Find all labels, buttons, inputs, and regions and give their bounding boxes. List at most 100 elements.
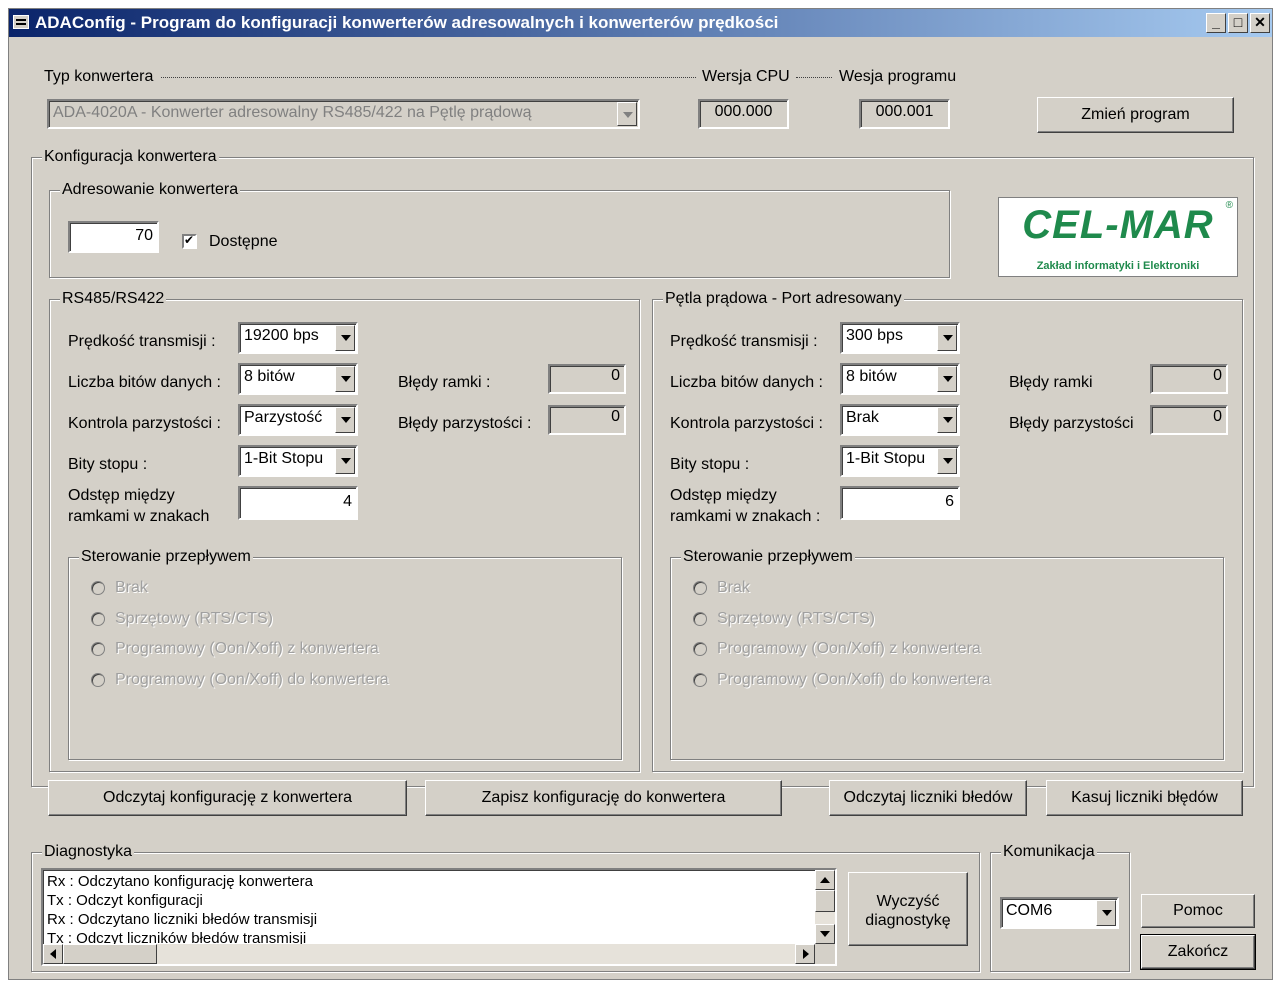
rs-stop-label: Bity stopu : [68, 456, 148, 473]
diagnostics-label: Diagnostyka [42, 842, 135, 862]
rs-flow-group: Sterowanie przepływem [68, 547, 622, 760]
chevron-down-icon[interactable] [937, 366, 957, 392]
diagnostics-lines: Rx : Odczytano konfigurację konwertera T… [47, 872, 807, 948]
rs-stop-select[interactable]: 1-Bit Stopu [238, 445, 358, 477]
rs-flow-option-sw-to: Programowy (Oon/Xoff) do konwertera [115, 671, 389, 688]
chevron-down-icon[interactable] [335, 448, 355, 474]
logo-reg-mark: ® [1225, 200, 1233, 211]
rs-gap-label-1: Odstęp między [68, 487, 175, 504]
write-config-button[interactable]: Zapisz konfigurację do konwertera [425, 780, 782, 816]
loop-bits-value: 8 bitów [846, 368, 897, 385]
log-line: Tx : Odczyt konfiguracji [47, 892, 203, 909]
title-bar[interactable]: ADAConfig - Program do konfiguracji konw… [9, 9, 1272, 37]
chevron-down-icon[interactable] [937, 407, 957, 433]
separator-line [161, 77, 696, 78]
rs-speed-label: Prędkość transmisji : [68, 333, 216, 350]
loop-flow-group: Sterowanie przepływem [670, 547, 1224, 760]
available-checkbox[interactable] [182, 233, 197, 249]
loop-gap-label-1: Odstęp między [670, 487, 777, 504]
com-port-value: COM6 [1006, 902, 1053, 919]
loop-gap-input[interactable]: 6 [840, 486, 960, 520]
loop-parity-errors-label: Błędy parzystości [1009, 415, 1134, 432]
rs-flow-option-sw-from: Programowy (Oon/Xoff) z konwertera [115, 640, 379, 657]
chevron-down-icon[interactable] [335, 325, 355, 351]
converter-type-select[interactable]: ADA-4020A - Konwerter adresowalny RS485/… [47, 99, 640, 129]
chevron-down-icon[interactable] [617, 102, 637, 126]
program-version-label: Wesja programu [839, 68, 957, 85]
scroll-down-icon[interactable] [815, 924, 835, 944]
log-line: Rx : Odczytano konfigurację konwertera [47, 873, 313, 890]
chevron-down-icon[interactable] [335, 366, 355, 392]
converter-type-label: Typ konwertera [44, 68, 154, 85]
scroll-up-icon[interactable] [815, 870, 835, 890]
loop-parity-select[interactable]: Brak [840, 404, 960, 436]
log-vertical-scrollbar[interactable] [815, 870, 835, 944]
converter-config-label: Konfiguracja konwertera [42, 147, 219, 167]
loop-flow-radio-hw[interactable] [693, 612, 707, 626]
loop-stop-label: Bity stopu : [670, 456, 750, 473]
loop-speed-label: Prędkość transmisji : [670, 333, 818, 350]
com-port-select[interactable]: COM6 [1000, 897, 1119, 929]
clear-diagnostics-button[interactable]: Wyczyść diagnostykę [848, 872, 968, 946]
loop-flow-label: Sterowanie przepływem [681, 547, 855, 567]
rs-bits-select[interactable]: 8 bitów [238, 363, 358, 395]
rs-flow-radio-hw[interactable] [91, 612, 105, 626]
scrollbar-corner [815, 944, 835, 964]
horizontal-scroll-thumb[interactable] [63, 944, 157, 964]
rs-parity-errors-label: Błędy parzystości : [398, 415, 532, 432]
rs-parity-value: Parzystość [244, 409, 323, 426]
available-label: Dostępne [209, 233, 278, 250]
rs-flow-radio-none[interactable] [91, 581, 105, 595]
rs-flow-radio-sw-to[interactable] [91, 673, 105, 687]
chevron-down-icon[interactable] [937, 325, 957, 351]
communication-label: Komunikacja [1001, 842, 1097, 862]
loop-bits-select[interactable]: 8 bitów [840, 363, 960, 395]
current-loop-label: Pętla prądowa - Port adresowany [663, 289, 904, 309]
rs-bits-label: Liczba bitów danych : [68, 374, 221, 391]
chevron-down-icon[interactable] [335, 407, 355, 433]
reset-error-counters-button[interactable]: Kasuj liczniki błędów [1046, 780, 1243, 816]
program-version-field: 000.001 [859, 99, 950, 129]
rs-parity-errors-field: 0 [548, 405, 626, 435]
rs-speed-select[interactable]: 19200 bps [238, 322, 358, 354]
loop-parity-label: Kontrola parzystości : [670, 415, 823, 432]
app-icon [13, 15, 29, 29]
loop-stop-select[interactable]: 1-Bit Stopu [840, 445, 960, 477]
logo-name: CEL-MAR [1022, 203, 1214, 247]
window-title: ADAConfig - Program do konfiguracji konw… [35, 13, 779, 32]
log-line: Rx : Odczytano liczniki błedów transmisj… [47, 911, 318, 928]
loop-flow-option-hw: Sprzętowy (RTS/CTS) [717, 610, 875, 627]
rs-frame-errors-label: Błędy ramki : [398, 374, 491, 391]
vertical-scroll-thumb[interactable] [815, 890, 835, 912]
log-horizontal-scrollbar[interactable] [43, 944, 815, 964]
loop-flow-radio-sw-from[interactable] [693, 642, 707, 656]
rs-flow-option-hw: Sprzętowy (RTS/CTS) [115, 610, 273, 627]
rs-flow-option-none: Brak [115, 579, 148, 596]
close-button[interactable]: ✕ [1250, 13, 1270, 33]
loop-frame-errors-label: Błędy ramki [1009, 374, 1093, 391]
loop-flow-radio-sw-to[interactable] [693, 673, 707, 687]
exit-button[interactable]: Zakończ [1140, 934, 1256, 970]
read-config-button[interactable]: Odczytaj konfigurację z konwertera [48, 780, 407, 816]
change-program-button[interactable]: Zmień program [1037, 97, 1234, 133]
rs485-label: RS485/RS422 [60, 289, 167, 309]
scroll-left-icon[interactable] [43, 944, 63, 964]
chevron-down-icon[interactable] [1096, 900, 1116, 926]
loop-frame-errors-field: 0 [1150, 364, 1228, 394]
loop-speed-select[interactable]: 300 bps [840, 322, 960, 354]
rs-bits-value: 8 bitów [244, 368, 295, 385]
address-input[interactable]: 70 [68, 221, 159, 253]
converter-type-value: ADA-4020A - Konwerter adresowalny RS485/… [53, 104, 532, 121]
minimize-button[interactable]: _ [1206, 13, 1226, 33]
help-button[interactable]: Pomoc [1141, 894, 1255, 928]
loop-flow-radio-none[interactable] [693, 581, 707, 595]
chevron-down-icon[interactable] [937, 448, 957, 474]
loop-flow-option-sw-to: Programowy (Oon/Xoff) do konwertera [717, 671, 991, 688]
rs-gap-input[interactable]: 4 [238, 486, 358, 520]
read-error-counters-button[interactable]: Odczytaj liczniki błedów [829, 780, 1027, 816]
maximize-button[interactable]: □ [1228, 13, 1248, 33]
scroll-right-icon[interactable] [795, 944, 815, 964]
diagnostics-log[interactable]: Rx : Odczytano konfigurację konwertera T… [41, 868, 837, 966]
rs-parity-select[interactable]: Parzystość [238, 404, 358, 436]
rs-flow-radio-sw-from[interactable] [91, 642, 105, 656]
